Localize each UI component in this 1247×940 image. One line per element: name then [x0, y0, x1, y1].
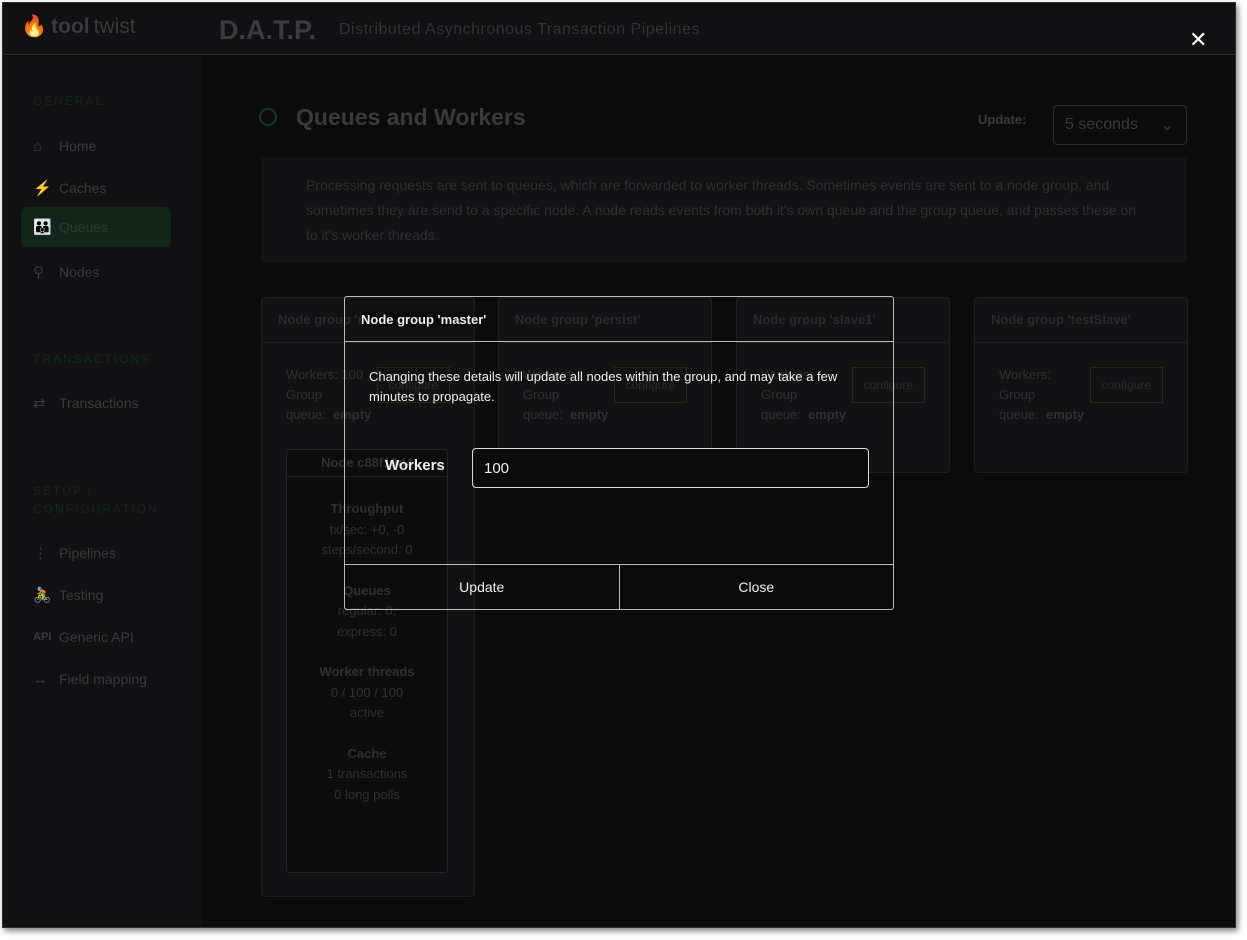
logo: 🔥 tool twist — [21, 15, 136, 39]
sidebar-item-label: Home — [59, 138, 97, 154]
configure-button[interactable]: configure — [376, 367, 450, 403]
section-transactions: TRANSACTIONS — [33, 352, 152, 366]
sidebar-item-label: Generic API — [59, 629, 134, 645]
node-card: Node c88f19d4 Throughput tx/sec: +0, -0 … — [286, 449, 448, 873]
bank-icon: ⇄ — [33, 395, 46, 412]
update-interval-select[interactable]: 5 seconds ⌄ — [1053, 105, 1187, 145]
cyclist-icon: 🚴 — [33, 587, 52, 604]
queue-label: queue: — [761, 407, 801, 422]
node-group-card: Node group 'persist' Workers: Group queue:… — [498, 297, 712, 473]
queue-value: empty — [808, 407, 847, 422]
worker-threads-heading: Worker threads — [319, 664, 415, 679]
queue-value: empty — [570, 407, 609, 422]
group-title: Node group 'testSlave' — [975, 298, 1187, 343]
home-icon: ⌂ — [33, 137, 43, 155]
node-title: Node c88f19d4 — [287, 450, 447, 477]
update-button[interactable]: Update — [345, 565, 619, 609]
thread-active: active — [350, 705, 384, 720]
cache-transactions: 1 transactions — [326, 766, 408, 781]
group-queue: queue: empty — [523, 405, 687, 425]
cache-polls: 0 long polls — [334, 786, 400, 802]
queue-label: queue: — [999, 407, 1039, 422]
api-icon: API — [33, 631, 52, 643]
sidebar-item-label: Queues — [59, 219, 109, 235]
thread-counts: 0 / 100 / 100 — [330, 684, 404, 700]
chevron-down-icon: ⌄ — [1160, 117, 1174, 134]
sidebar-item-testing[interactable]: 🚴 Testing — [21, 575, 171, 615]
network-icon: ⚲ — [33, 264, 44, 281]
sidebar-item-nodes[interactable]: ⚲ Nodes — [21, 252, 171, 292]
group-title: Node group 'slave1' — [737, 298, 949, 343]
queue-label: queue: — [286, 407, 326, 422]
node-group-card: Node group 'slave1' Workers: Group queue: … — [736, 297, 950, 473]
throughput-heading: Throughput — [330, 501, 404, 516]
update-interval-value: 5 seconds — [1065, 116, 1138, 133]
close-button[interactable]: Close — [618, 565, 894, 609]
close-icon[interactable]: ✕ — [1189, 27, 1207, 53]
configure-button[interactable]: configure — [1089, 367, 1163, 403]
node-group-card: Node group 'testSlave' Workers: Group queu… — [974, 297, 1188, 473]
app-subtitle: Distributed Asynchronous Transaction Pip… — [339, 21, 700, 38]
people-icon: 👪 — [33, 219, 52, 236]
steps-sec: steps/second: 0 — [321, 542, 413, 557]
section-general: GENERAL — [33, 94, 105, 108]
sidebar-item-generic-api[interactable]: API Generic API — [21, 617, 171, 657]
sidebar-item-label: Caches — [59, 180, 107, 196]
sidebar-item-home[interactable]: ⌂ Home — [21, 126, 171, 166]
pipeline-icon: ⋮ — [33, 545, 48, 562]
gauge-icon — [259, 108, 277, 126]
group-title: Node group 'master' — [262, 298, 474, 343]
queue-label: queue: — [523, 407, 563, 422]
section-setup: SETUP / CONFIGURATION — [33, 484, 159, 516]
sidebar-item-pipelines[interactable]: ⋮ Pipelines — [21, 533, 171, 573]
app-name: D.A.T.P. — [219, 15, 317, 45]
header: 🔥 tool twist D.A.T.P. Distributed Asynchro… — [3, 3, 1235, 55]
group-queue: queue: empty — [999, 405, 1163, 425]
info-box: Processing requests are sent to queues, … — [261, 157, 1187, 263]
update-label: Update: — [978, 112, 1027, 127]
express-queue: express: 0 — [337, 623, 397, 639]
sidebar-item-label: Transactions — [59, 395, 139, 411]
sidebar-item-label: Pipelines — [59, 545, 116, 561]
flame-icon: 🔥 — [21, 15, 48, 38]
logo-text-light: twist — [93, 15, 136, 38]
queue-value: empty — [1046, 407, 1085, 422]
arrows-icon: ↔ — [33, 670, 48, 688]
main-content: Queues and Workers Update: 5 seconds ⌄ Pr… — [201, 56, 1235, 927]
group-queue: queue: empty — [761, 405, 925, 425]
tx-sec: tx/sec: +0, -0 — [329, 521, 405, 537]
sidebar-item-label: Testing — [59, 587, 104, 603]
queue-value: empty — [333, 407, 372, 422]
cache-heading: Cache — [347, 745, 387, 761]
page-title: Queues and Workers — [296, 104, 526, 130]
sidebar-item-label: Nodes — [59, 264, 100, 280]
group-title: Node group 'persist' — [499, 298, 711, 343]
logo-text: tool — [51, 15, 90, 38]
bolt-icon: ⚡ — [33, 180, 52, 197]
configure-button[interactable]: configure — [851, 367, 925, 403]
configure-button[interactable]: configure — [613, 367, 687, 403]
sidebar-item-label: Field mapping — [59, 671, 147, 687]
group-queue: queue: empty — [286, 405, 450, 425]
workers-input[interactable] — [472, 448, 869, 488]
sidebar-item-transactions[interactable]: ⇄ Transactions — [21, 383, 171, 423]
sidebar-item-caches[interactable]: ⚡ Caches — [21, 168, 171, 208]
sidebar-item-queues[interactable]: 👪 Queues — [21, 207, 171, 247]
sidebar-item-field-mapping[interactable]: ↔ Field mapping — [21, 659, 171, 699]
sidebar: GENERAL ⌂ Home ⚡ Caches 👪 Queues ⚲ Nodes TRA… — [3, 56, 201, 927]
